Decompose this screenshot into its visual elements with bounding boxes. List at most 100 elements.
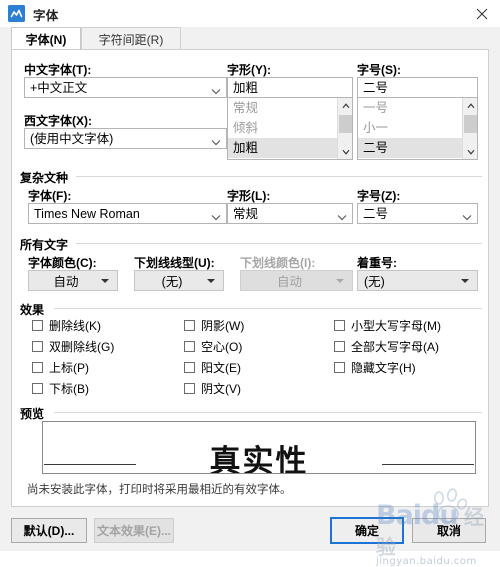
- scroll-up-icon[interactable]: [463, 98, 477, 113]
- checkbox-label: 阴影(W): [201, 319, 245, 333]
- list-item[interactable]: 小一: [358, 118, 477, 138]
- tab-font-label: 字体(N): [25, 32, 67, 47]
- chevron-down-icon: [211, 210, 221, 224]
- tab-strip: 字体(N) 字符间距(R): [11, 27, 489, 50]
- emphasis-mark-label: 着重号:: [357, 256, 397, 270]
- checkbox-all-caps[interactable]: 全部大写字母(A): [334, 338, 439, 355]
- checkbox-box[interactable]: [32, 383, 43, 394]
- preview-group-title: 预览: [20, 405, 50, 422]
- preview-rule-left: [44, 464, 136, 465]
- checkbox-subscript[interactable]: 下标(B): [32, 380, 89, 397]
- font-size-scrollbar[interactable]: [462, 98, 477, 159]
- cs-size-label: 字号(Z):: [357, 189, 401, 203]
- preview-rule-right: [382, 464, 474, 465]
- chinese-font-label: 中文字体(T):: [24, 63, 92, 77]
- underline-style-label: 下划线线型(U):: [134, 256, 215, 270]
- underline-style-value: (无): [161, 275, 183, 289]
- underline-color-dropdown: 自动: [240, 270, 353, 291]
- complex-script-group-title: 复杂文种: [20, 169, 74, 186]
- tab-character-spacing-label: 字符间距(R): [98, 32, 164, 47]
- checkbox-box[interactable]: [334, 362, 345, 373]
- underline-style-dropdown[interactable]: (无): [134, 270, 224, 291]
- checkbox-hidden-text[interactable]: 隐藏文字(H): [334, 359, 416, 376]
- default-button-label: 默认(D)...: [23, 524, 75, 538]
- default-button[interactable]: 默认(D)...: [11, 518, 87, 543]
- checkbox-emboss[interactable]: 阳文(E): [184, 359, 241, 376]
- chinese-font-value: +中文正文: [30, 81, 88, 95]
- font-size-listbox[interactable]: 一号 小一 二号: [357, 98, 478, 160]
- checkbox-box[interactable]: [184, 362, 195, 373]
- checkbox-label: 全部大写字母(A): [351, 340, 439, 354]
- checkbox-outline[interactable]: 空心(O): [184, 338, 242, 355]
- list-item[interactable]: 二号: [358, 138, 477, 158]
- list-item[interactable]: 倾斜: [228, 118, 352, 138]
- chevron-down-icon: [462, 210, 472, 224]
- checkbox-box[interactable]: [184, 320, 195, 331]
- checkbox-box[interactable]: [184, 341, 195, 352]
- font-color-dropdown[interactable]: 自动: [28, 270, 118, 291]
- window-title: 字体: [33, 9, 59, 23]
- checkbox-box[interactable]: [184, 383, 195, 394]
- title-bar: 字体: [0, 0, 500, 27]
- chevron-down-icon: [461, 279, 469, 283]
- checkbox-double-strikethrough[interactable]: 双删除线(G): [32, 338, 114, 355]
- chevron-down-icon: [337, 210, 347, 224]
- text-effects-button: 文本效果(E)...: [94, 518, 174, 543]
- chevron-down-icon: [211, 135, 221, 149]
- cancel-button-label: 取消: [436, 524, 461, 538]
- chevron-down-icon: [207, 279, 215, 283]
- underline-color-value: 自动: [276, 275, 302, 289]
- font-style-combo[interactable]: 加粗: [227, 77, 353, 98]
- checkbox-strikethrough[interactable]: 删除线(K): [32, 317, 101, 334]
- list-item[interactable]: 加粗: [228, 138, 352, 158]
- checkbox-box[interactable]: [32, 320, 43, 331]
- cs-size-combo[interactable]: 二号: [357, 203, 478, 224]
- font-style-listbox[interactable]: 常规 倾斜 加粗: [227, 98, 353, 160]
- ok-button[interactable]: 确定: [330, 517, 404, 544]
- scrollbar-thumb[interactable]: [339, 115, 352, 133]
- cs-style-value: 常规: [233, 207, 259, 221]
- checkbox-superscript[interactable]: 上标(P): [32, 359, 89, 376]
- western-font-label: 西文字体(X):: [24, 114, 92, 128]
- font-tab-panel: 中文字体(T): 字形(Y): 字号(S): +中文正文 加粗 常规 倾斜 加粗: [11, 49, 489, 507]
- scroll-down-icon[interactable]: [463, 144, 477, 159]
- checkbox-box[interactable]: [32, 341, 43, 352]
- scroll-up-icon[interactable]: [338, 98, 352, 113]
- western-font-combo[interactable]: (使用中文字体): [24, 128, 227, 149]
- checkbox-box[interactable]: [334, 320, 345, 331]
- tab-character-spacing[interactable]: 字符间距(R): [81, 27, 181, 50]
- scroll-down-icon[interactable]: [338, 144, 352, 159]
- checkbox-box[interactable]: [334, 341, 345, 352]
- ok-button-label: 确定: [354, 524, 379, 538]
- cs-font-value: Times New Roman: [34, 207, 140, 221]
- font-style-scrollbar[interactable]: [337, 98, 352, 159]
- checkbox-label: 阳文(E): [201, 361, 241, 375]
- checkbox-label: 隐藏文字(H): [351, 361, 416, 375]
- text-effects-button-label: 文本效果(E)...: [97, 524, 171, 538]
- checkbox-small-caps[interactable]: 小型大写字母(M): [334, 317, 441, 334]
- checkbox-engrave[interactable]: 阴文(V): [184, 380, 241, 397]
- checkbox-box[interactable]: [32, 362, 43, 373]
- tab-font[interactable]: 字体(N): [11, 27, 81, 50]
- checkbox-label: 上标(P): [49, 361, 89, 375]
- checkbox-label: 下标(B): [49, 382, 89, 396]
- cs-font-combo[interactable]: Times New Roman: [28, 203, 227, 224]
- checkbox-shadow[interactable]: 阴影(W): [184, 317, 244, 334]
- font-dialog: 字体 字体(N) 字符间距(R) 中文字体(T): 字形(Y): 字号(S): …: [0, 0, 500, 567]
- cancel-button[interactable]: 取消: [412, 518, 486, 543]
- checkbox-label: 双删除线(G): [49, 340, 115, 354]
- list-item[interactable]: 常规: [228, 98, 352, 118]
- list-item[interactable]: 一号: [358, 98, 477, 118]
- western-font-value: (使用中文字体): [30, 132, 114, 146]
- close-icon[interactable]: [470, 3, 494, 25]
- font-size-value: 二号: [363, 81, 389, 95]
- checkbox-label: 删除线(K): [49, 319, 101, 333]
- cs-font-label: 字体(F):: [28, 189, 72, 203]
- font-size-combo[interactable]: 二号: [357, 77, 478, 98]
- checkbox-label: 小型大写字母(M): [351, 319, 441, 333]
- scrollbar-thumb[interactable]: [464, 115, 477, 133]
- checkbox-label: 空心(O): [201, 340, 243, 354]
- chinese-font-combo[interactable]: +中文正文: [24, 77, 227, 98]
- emphasis-mark-dropdown[interactable]: (无): [357, 270, 478, 291]
- cs-style-combo[interactable]: 常规: [227, 203, 353, 224]
